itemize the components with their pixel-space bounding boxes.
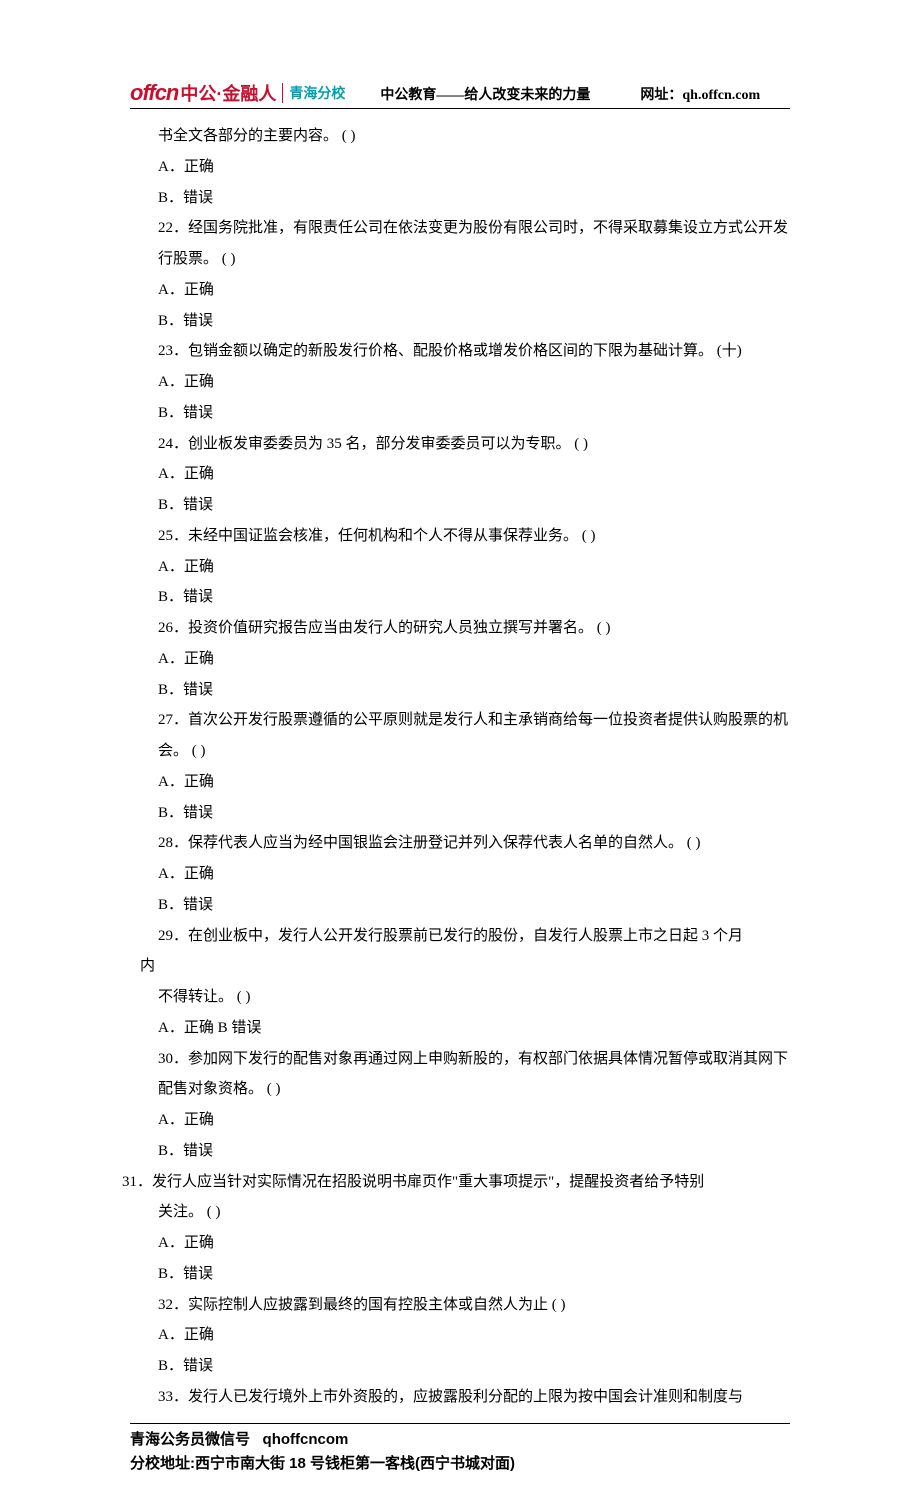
- wechat-id: qhoffcncom: [263, 1431, 349, 1448]
- line-continuation: 书全文各部分的主要内容。 ( ): [158, 121, 790, 152]
- option-a: A．正确: [158, 275, 790, 306]
- option-b: B．错误: [158, 1351, 790, 1382]
- site-url: 网址：qh.offcn.com: [640, 84, 760, 104]
- page-container: offcn 中公·金融人 青海分校 中公教育——给人改变未来的力量 网址：qh.…: [0, 0, 920, 1496]
- option-a: A．正确: [158, 859, 790, 890]
- footer-address: 分校地址:西宁市南大街 18 号钱柜第一客栈(西宁书城对面): [130, 1452, 790, 1476]
- wechat-label: 青海公务员微信号: [130, 1431, 250, 1448]
- logo-cn: 中公·金融人: [180, 80, 276, 106]
- option-b: B．错误: [158, 306, 790, 337]
- question-29-options: A．正确 B 错误: [158, 1013, 790, 1044]
- logo-branch: 青海分校: [289, 83, 345, 103]
- option-b: B．错误: [158, 1136, 790, 1167]
- option-b: B．错误: [158, 890, 790, 921]
- question-33: 33．发行人已发行境外上市外资股的，应披露股利分配的上限为按中国会计准则和制度与: [158, 1382, 790, 1413]
- document-body: 书全文各部分的主要内容。 ( ) A．正确 B．错误 22．经国务院批准，有限责…: [158, 121, 790, 1413]
- question-31-part2: 关注。 ( ): [158, 1197, 790, 1228]
- question-27: 27．首次公开发行股票遵循的公平原则就是发行人和主承销商给每一位投资者提供认购股…: [158, 705, 790, 767]
- page-header: offcn 中公·金融人 青海分校 中公教育——给人改变未来的力量 网址：qh.…: [130, 80, 790, 109]
- question-29-part2: 不得转让。 ( ): [158, 982, 790, 1013]
- option-a: A．正确: [158, 1105, 790, 1136]
- question-23: 23．包销金额以确定的新股发行价格、配股价格或增发价格区间的下限为基础计算。 (…: [158, 336, 790, 367]
- page-footer: 青海公务员微信号 qhoffcncom 分校地址:西宁市南大街 18 号钱柜第一…: [130, 1423, 790, 1476]
- option-a: A．正确: [158, 644, 790, 675]
- option-b: B．错误: [158, 798, 790, 829]
- logo-en: offcn: [130, 80, 178, 106]
- option-b: B．错误: [158, 183, 790, 214]
- option-a: A．正确: [158, 1228, 790, 1259]
- nei-char: 内: [140, 951, 790, 982]
- option-a: A．正确: [158, 767, 790, 798]
- option-b: B．错误: [158, 490, 790, 521]
- logo-block: offcn 中公·金融人 青海分校: [130, 80, 345, 106]
- option-b: B．错误: [158, 675, 790, 706]
- header-text: 中公教育——给人改变未来的力量 网址：qh.offcn.com: [380, 84, 760, 104]
- option-b: B．错误: [158, 582, 790, 613]
- footer-wechat: 青海公务员微信号 qhoffcncom: [130, 1428, 790, 1452]
- question-24: 24．创业板发审委委员为 35 名，部分发审委委员可以为专职。 ( ): [158, 429, 790, 460]
- question-26: 26．投资价值研究报告应当由发行人的研究人员独立撰写并署名。 ( ): [158, 613, 790, 644]
- option-b: B．错误: [158, 1259, 790, 1290]
- question-22: 22．经国务院批准，有限责任公司在依法变更为股份有限公司时，不得采取募集设立方式…: [158, 213, 790, 275]
- question-28: 28．保荐代表人应当为经中国银监会注册登记并列入保荐代表人名单的自然人。 ( ): [158, 828, 790, 859]
- question-30: 30．参加网下发行的配售对象再通过网上申购新股的，有权部门依据具体情况暂停或取消…: [158, 1044, 790, 1106]
- option-a: A．正确: [158, 367, 790, 398]
- question-25: 25．未经中国证监会核准，任何机构和个人不得从事保荐业务。 ( ): [158, 521, 790, 552]
- option-a: A．正确: [158, 459, 790, 490]
- question-31-part1: 31．发行人应当针对实际情况在招股说明书扉页作"重大事项提示"，提醒投资者给予特…: [122, 1167, 790, 1198]
- logo-divider: [282, 83, 283, 103]
- option-a: A．正确: [158, 552, 790, 583]
- option-b: B．错误: [158, 398, 790, 429]
- option-a: A．正确: [158, 152, 790, 183]
- slogan: 中公教育——给人改变未来的力量: [380, 84, 590, 104]
- option-a: A．正确: [158, 1320, 790, 1351]
- question-29-part1: 29．在创业板中，发行人公开发行股票前已发行的股份，自发行人股票上市之日起 3 …: [158, 921, 790, 952]
- question-32: 32．实际控制人应披露到最终的国有控股主体或自然人为止 ( ): [158, 1290, 790, 1321]
